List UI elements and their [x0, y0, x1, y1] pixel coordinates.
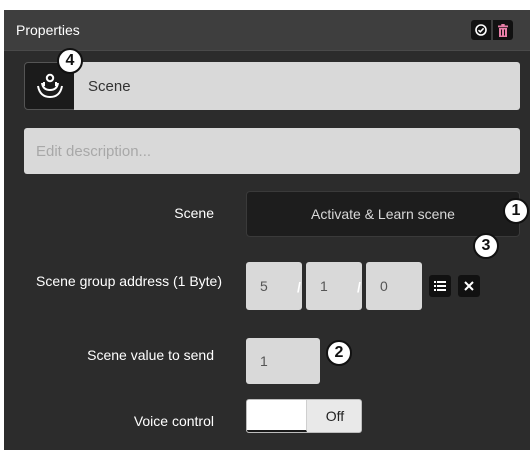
object-name-field[interactable] — [74, 62, 520, 110]
list-icon — [434, 281, 446, 291]
scene-value-field[interactable]: 1 — [246, 338, 320, 384]
callout-marker: 3 — [473, 233, 499, 259]
scene-icon — [37, 73, 63, 99]
delete-button[interactable] — [493, 20, 513, 40]
callout-marker: 4 — [57, 48, 83, 74]
group-address-label: Scene group address (1 Byte) — [36, 273, 222, 289]
confirm-button[interactable] — [471, 20, 491, 40]
close-icon — [464, 281, 474, 291]
group-address-main-field[interactable]: 5 — [246, 262, 302, 310]
description-field[interactable] — [24, 128, 520, 174]
scene-label: Scene — [174, 205, 214, 221]
voice-control-label: Voice control — [133, 413, 214, 429]
group-address-sub-field[interactable]: 0 — [366, 262, 422, 310]
trash-icon — [498, 23, 508, 37]
check-circle-icon — [475, 24, 487, 36]
clear-address-button[interactable] — [458, 275, 480, 297]
group-address-middle-field[interactable]: 1 — [306, 262, 362, 310]
address-separator: / — [357, 279, 361, 295]
voice-control-toggle[interactable]: Off — [246, 399, 362, 433]
toggle-state-label: Off — [325, 408, 345, 424]
panel-title: Properties — [16, 22, 80, 38]
toggle-knob[interactable] — [247, 400, 307, 432]
address-list-button[interactable] — [429, 275, 451, 297]
scene-value-label: Scene value to send — [87, 347, 214, 363]
panel-header: Properties — [4, 10, 530, 51]
address-separator: / — [297, 279, 301, 295]
callout-marker: 1 — [503, 198, 529, 224]
activate-learn-scene-button[interactable]: Activate & Learn scene — [246, 191, 520, 237]
callout-marker: 2 — [326, 340, 352, 366]
